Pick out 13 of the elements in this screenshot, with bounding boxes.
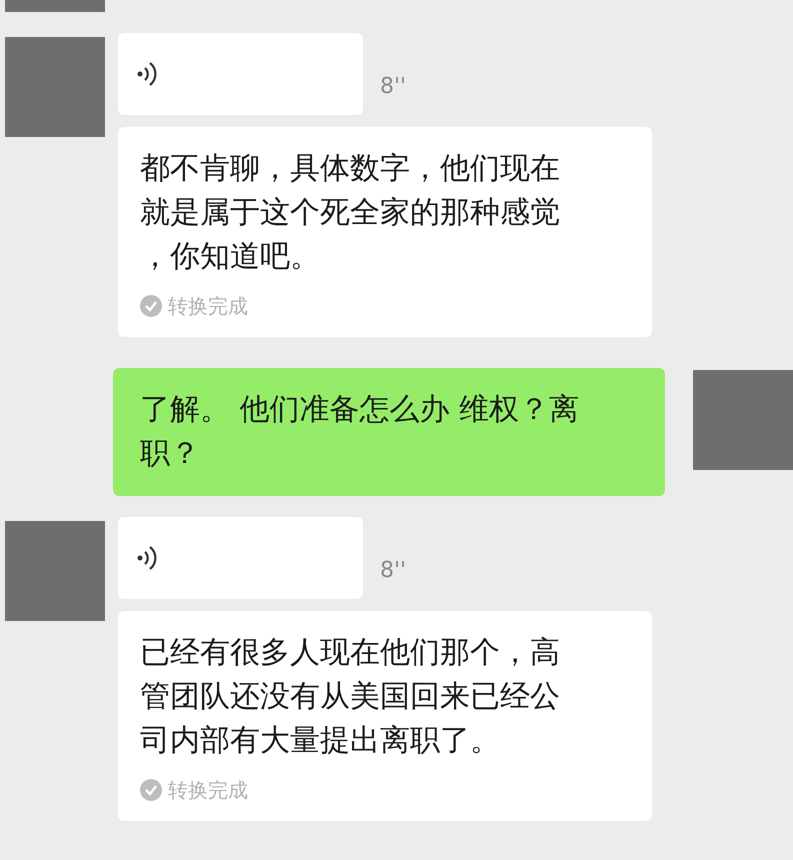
transcript-text: 都不肯聊，具体数字，他们现在就是属于这个死全家的那种感觉，你知道吧。 — [140, 150, 561, 276]
check-circle-icon — [140, 295, 162, 317]
transcript-status: 转换完成 — [168, 293, 248, 320]
transcript-text: 已经有很多人现在他们那个，高管团队还没有从美国回来已经公司内部有大量提出离职了。 — [140, 634, 561, 760]
voice-duration: 8'' — [380, 73, 406, 101]
voice-message-bubble[interactable] — [118, 517, 363, 599]
check-circle-icon — [140, 779, 162, 801]
message-text: 了解。 他们准备怎么办 维权？离职？ — [140, 391, 580, 473]
voice-icon — [136, 544, 158, 572]
transcript-status: 转换完成 — [168, 777, 248, 804]
voice-duration: 8'' — [380, 557, 406, 585]
voice-icon — [136, 60, 158, 88]
voice-message-bubble[interactable] — [118, 33, 363, 115]
